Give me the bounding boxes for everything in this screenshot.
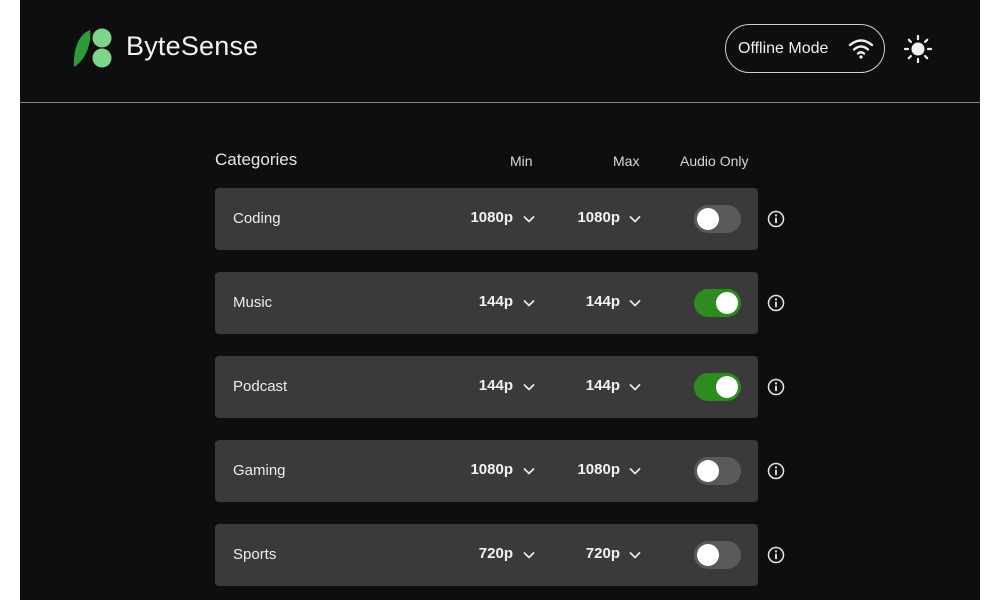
max-column-header: Max — [613, 153, 640, 169]
info-icon[interactable] — [767, 462, 785, 480]
chevron-down-icon[interactable] — [628, 464, 642, 478]
category-row-gaming: Gaming 1080p 1080p — [215, 440, 758, 502]
max-quality-select[interactable]: 144p — [552, 377, 620, 394]
chevron-down-icon[interactable] — [628, 380, 642, 394]
category-name: Sports — [233, 546, 277, 563]
wifi-icon — [848, 39, 874, 59]
offline-mode-label: Offline Mode — [738, 39, 829, 57]
toggle-knob — [697, 544, 719, 566]
audio-only-toggle[interactable] — [694, 373, 741, 401]
min-quality-select[interactable]: 720p — [445, 545, 513, 562]
category-row-coding: Coding 1080p 1080p — [215, 188, 758, 250]
toggle-knob — [716, 292, 738, 314]
category-row-podcast: Podcast 144p 144p — [215, 356, 758, 418]
audio-only-toggle[interactable] — [694, 205, 741, 233]
sun-icon[interactable] — [903, 34, 933, 64]
toggle-knob — [697, 460, 719, 482]
info-icon[interactable] — [767, 210, 785, 228]
audio-only-toggle[interactable] — [694, 457, 741, 485]
info-icon[interactable] — [767, 294, 785, 312]
chevron-down-icon[interactable] — [522, 296, 536, 310]
min-quality-select[interactable]: 144p — [445, 293, 513, 310]
max-quality-select[interactable]: 1080p — [552, 461, 620, 478]
audio-only-column-header: Audio Only — [680, 153, 749, 169]
toggle-knob — [716, 376, 738, 398]
category-row-music: Music 144p 144p — [215, 272, 758, 334]
chevron-down-icon[interactable] — [628, 212, 642, 226]
chevron-down-icon[interactable] — [522, 212, 536, 226]
min-quality-select[interactable]: 1080p — [445, 209, 513, 226]
categories-heading: Categories — [215, 150, 298, 169]
brand-name: ByteSense — [126, 31, 259, 61]
info-icon[interactable] — [767, 378, 785, 396]
min-column-header: Min — [510, 153, 533, 169]
category-row-sports: Sports 720p 720p — [215, 524, 758, 586]
top-bar: ByteSense Offline Mode — [20, 0, 980, 103]
max-quality-select[interactable]: 1080p — [552, 209, 620, 226]
chevron-down-icon[interactable] — [628, 296, 642, 310]
chevron-down-icon[interactable] — [628, 548, 642, 562]
chevron-down-icon[interactable] — [522, 464, 536, 478]
chevron-down-icon[interactable] — [522, 380, 536, 394]
category-name: Coding — [233, 210, 281, 227]
min-quality-select[interactable]: 1080p — [445, 461, 513, 478]
max-quality-select[interactable]: 144p — [552, 293, 620, 310]
toggle-knob — [697, 208, 719, 230]
audio-only-toggle[interactable] — [694, 541, 741, 569]
audio-only-toggle[interactable] — [694, 289, 741, 317]
app-window: ByteSense Offline Mode Categories Min Ma… — [20, 0, 980, 600]
max-quality-select[interactable]: 720p — [552, 545, 620, 562]
info-icon[interactable] — [767, 546, 785, 564]
category-name: Music — [233, 294, 273, 311]
category-name: Gaming — [233, 462, 286, 479]
offline-mode-button[interactable]: Offline Mode — [725, 24, 885, 73]
category-name: Podcast — [233, 378, 288, 395]
bytesense-logo — [73, 28, 112, 68]
chevron-down-icon[interactable] — [522, 548, 536, 562]
min-quality-select[interactable]: 144p — [445, 377, 513, 394]
